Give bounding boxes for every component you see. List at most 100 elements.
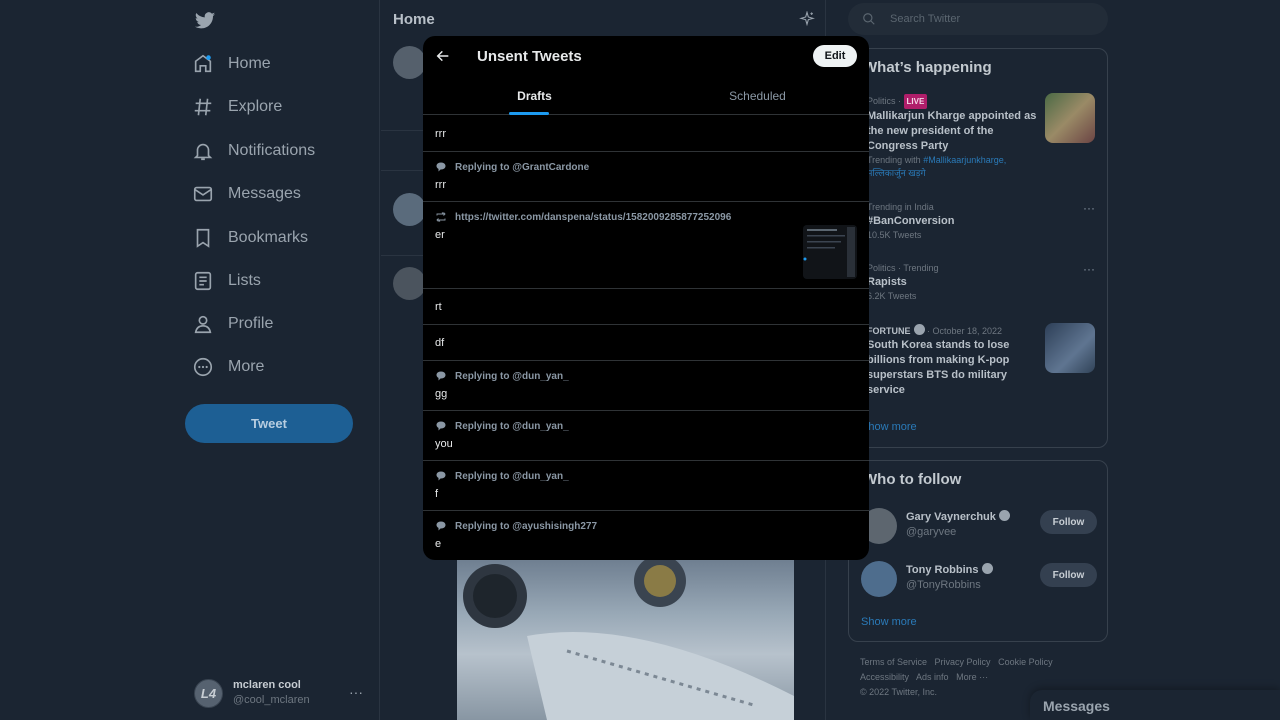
active-tab-indicator: [509, 112, 549, 115]
nav-label: Bookmarks: [228, 229, 309, 246]
avatar[interactable]: [393, 46, 426, 79]
draft-item[interactable]: Replying to @ayushisingh277 e: [423, 511, 869, 560]
account-display-name: mclaren cool: [233, 679, 301, 691]
tweet-button[interactable]: Tweet: [185, 404, 353, 443]
draft-text: df: [435, 337, 445, 349]
modal-header: Unsent Tweets Edit: [423, 36, 869, 76]
more-dots-icon[interactable]: ···: [1083, 201, 1095, 215]
more-dots-icon[interactable]: ···: [349, 684, 363, 700]
nav-item-bookmarks[interactable]: Bookmarks: [192, 223, 308, 253]
envelope-icon: [193, 186, 213, 202]
bookmark-icon: [196, 228, 210, 248]
sparkle-icon[interactable]: [799, 11, 815, 27]
follow-button[interactable]: Follow: [1040, 510, 1097, 534]
draft-text: rt: [435, 301, 442, 313]
follow-suggestion[interactable]: Tony Robbins @TonyRobbins Follow: [861, 561, 1097, 601]
trend-thumbnail: [1045, 93, 1095, 143]
draft-text: rrr: [435, 179, 446, 191]
nav-item-home[interactable]: Home: [192, 49, 271, 79]
footer-link[interactable]: Cookie Policy: [998, 657, 1053, 667]
page-title: Home: [393, 11, 435, 28]
live-badge: LIVE: [903, 94, 928, 109]
avatar[interactable]: [393, 193, 426, 226]
nav-item-messages[interactable]: Messages: [192, 179, 301, 209]
trend-item[interactable]: FORTUNE · October 18, 2022 South Korea s…: [867, 324, 1037, 398]
trend-item[interactable]: Politics · Trending Rapists 6.2K Tweets: [867, 262, 1047, 303]
trend-meta: Politics · Trending: [867, 263, 939, 273]
user-name: Gary Vaynerchuk: [906, 511, 996, 523]
show-more-link[interactable]: Show more: [861, 421, 917, 433]
tab-scheduled[interactable]: Scheduled: [646, 76, 869, 115]
trend-item[interactable]: Politics · LIVE Mallikarjun Kharge appoi…: [867, 94, 1037, 180]
draft-item[interactable]: Replying to @dun_yan_ gg: [423, 361, 869, 411]
verified-badge-icon: [998, 510, 1010, 521]
draft-item[interactable]: Replying to @dun_yan_ you: [423, 411, 869, 461]
nav-label: Profile: [228, 315, 274, 332]
more-dots-icon[interactable]: ···: [1083, 262, 1095, 276]
trend-thumbnail: [1045, 323, 1095, 373]
draft-context: Replying to @dun_yan_: [455, 420, 569, 432]
draft-item[interactable]: Replying to @dun_yan_ f: [423, 461, 869, 511]
nav-item-notifications[interactable]: Notifications: [192, 136, 315, 166]
trend-meta: Politics ·: [867, 96, 904, 106]
left-sidebar: Home Explore Notifications Messages Book…: [0, 0, 380, 720]
avatar: L4: [194, 678, 223, 708]
draft-item[interactable]: df: [423, 325, 869, 361]
back-arrow-icon[interactable]: [435, 48, 451, 64]
nav-label: Notifications: [228, 142, 316, 159]
footer-link[interactable]: Ads info: [916, 672, 949, 682]
tweet-media-image[interactable]: [457, 556, 794, 720]
right-sidebar: Search Twitter What’s happening Politics…: [848, 0, 1110, 720]
bell-icon: [193, 143, 213, 161]
user-name: Tony Robbins: [906, 564, 979, 576]
draft-text: you: [435, 438, 453, 450]
trend-count: 10.5K Tweets: [867, 230, 922, 240]
draft-item[interactable]: rrr: [423, 116, 869, 152]
footer-link[interactable]: More ···: [956, 672, 988, 682]
unsent-tweets-modal: Unsent Tweets Edit Drafts Scheduled rrr …: [423, 36, 869, 560]
draft-text: gg: [435, 388, 448, 400]
tab-drafts[interactable]: Drafts: [423, 76, 646, 115]
account-handle: @cool_mclaren: [233, 694, 310, 706]
draft-text: rrr: [435, 128, 446, 140]
show-more-link[interactable]: Show more: [861, 616, 917, 628]
search-input[interactable]: Search Twitter: [848, 3, 1108, 35]
draft-item[interactable]: Replying to @GrantCardone rrr: [423, 152, 869, 202]
reply-bubble-icon: [436, 421, 446, 431]
trend-item[interactable]: Trending in India #BanConversion 10.5K T…: [867, 201, 1047, 242]
footer-link[interactable]: Privacy Policy: [935, 657, 991, 667]
nav-item-lists[interactable]: Lists: [192, 266, 261, 296]
footer-link[interactable]: Terms of Service: [860, 657, 927, 667]
draft-item[interactable]: https://twitter.com/danspena/status/1582…: [423, 202, 869, 289]
draft-text: f: [435, 488, 439, 500]
copyright: © 2022 Twitter, Inc.: [860, 687, 938, 697]
reply-bubble-icon: [436, 471, 446, 481]
section-title: What’s happening: [863, 59, 992, 76]
draft-context: Replying to @ayushisingh277: [455, 520, 598, 532]
trend-meta: Trending in India: [867, 202, 934, 212]
trend-title: #BanConversion: [867, 215, 955, 227]
nav-item-profile[interactable]: Profile: [192, 309, 273, 339]
twitter-logo-icon[interactable]: [193, 10, 217, 32]
person-icon: [194, 315, 212, 334]
messages-drawer[interactable]: Messages: [1030, 690, 1280, 720]
trend-count: 6.2K Tweets: [867, 291, 917, 301]
avatar[interactable]: [393, 267, 426, 300]
edit-button[interactable]: Edit: [813, 45, 857, 67]
modal-title: Unsent Tweets: [477, 48, 582, 65]
trend-title: Rapists: [867, 276, 907, 288]
draft-item[interactable]: rt: [423, 289, 869, 325]
retweet-icon: [436, 212, 446, 222]
footer-link[interactable]: Accessibility: [860, 672, 909, 682]
follow-button[interactable]: Follow: [1040, 563, 1097, 587]
modal-tabs: Drafts Scheduled: [423, 76, 869, 115]
nav-item-explore[interactable]: Explore: [192, 92, 282, 122]
follow-suggestion[interactable]: Gary Vaynerchuk @garyvee Follow: [861, 508, 1097, 548]
draft-text: e: [435, 538, 442, 550]
account-switcher[interactable]: L4 mclaren cool @cool_mclaren ···: [194, 678, 363, 708]
whats-happening-card: What’s happening Politics · LIVE Mallika…: [848, 48, 1108, 448]
who-to-follow-card: Who to follow Gary Vaynerchuk @garyvee F…: [848, 460, 1108, 642]
nav-label: Home: [228, 55, 271, 72]
home-icon: [194, 54, 212, 73]
nav-item-more[interactable]: More: [192, 352, 264, 382]
